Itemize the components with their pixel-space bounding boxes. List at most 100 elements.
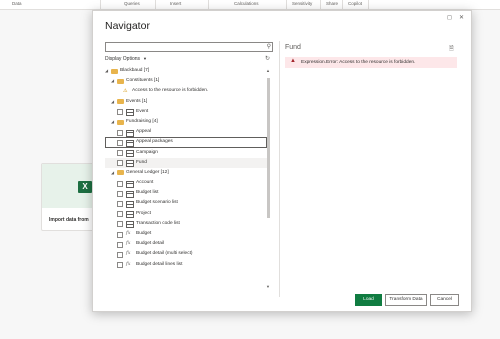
expand-caret-icon[interactable]: ◢: [111, 168, 114, 178]
expand-caret-icon[interactable]: ◢: [111, 117, 114, 127]
select-checkbox[interactable]: [117, 241, 123, 248]
tree-item-row[interactable]: Budget scenario list: [105, 198, 267, 209]
preview-options-icon[interactable]: 🗎: [449, 44, 454, 54]
preview-title: Fund: [285, 44, 301, 51]
refresh-icon[interactable]: ↻: [265, 55, 270, 62]
table-icon: [126, 139, 134, 147]
table-icon: [126, 160, 134, 168]
tree-item-label: Budget list: [136, 190, 159, 196]
tree-item-row[interactable]: fx Budget: [105, 229, 267, 239]
ribbon-separator: [208, 0, 209, 9]
tree-scrollbar[interactable]: ▲ ▼: [266, 68, 271, 292]
ribbon-tab-data[interactable]: Data: [12, 1, 22, 6]
ribbon-tab-queries[interactable]: Queries: [124, 1, 140, 6]
table-icon: [126, 150, 134, 158]
tree-item-row[interactable]: Appeal: [105, 127, 267, 137]
ribbon: Data Queries Insert Calculations Sensiti…: [0, 0, 500, 10]
select-checkbox[interactable]: [117, 221, 123, 228]
select-checkbox[interactable]: [117, 211, 123, 218]
tree-item-label: Access to the resource is forbidden.: [132, 88, 209, 94]
restore-icon[interactable]: ◻: [447, 14, 452, 21]
select-checkbox[interactable]: [117, 251, 123, 258]
function-icon: fx: [126, 251, 131, 257]
ribbon-tab-share[interactable]: Share: [326, 1, 338, 6]
tree-folder-row[interactable]: ◢ Fundraising [4]: [105, 117, 267, 127]
select-checkbox[interactable]: [117, 109, 123, 116]
pane-divider: [279, 41, 280, 297]
tree-folder-row[interactable]: ◢ Constituents [1]: [105, 76, 267, 86]
tree-item-label: Events [1]: [126, 98, 148, 104]
tree-item-row[interactable]: fx Budget detail (multi select): [105, 249, 267, 259]
ribbon-separator: [155, 0, 156, 9]
select-checkbox[interactable]: [117, 160, 123, 167]
tree-folder-row[interactable]: ◢ Blackbaud [7]: [105, 66, 267, 76]
tree-item-label: Budget detail lines list: [136, 261, 183, 267]
ribbon-tab-sensitivity[interactable]: Sensitivity: [292, 1, 312, 6]
table-icon: [126, 221, 134, 229]
display-options-dropdown[interactable]: Display Options ▼: [105, 56, 147, 62]
navigator-dialog: Navigator ◻ ✕ ⚲ Display Options ▼ ↻ ◢ Blac…: [92, 10, 472, 312]
table-icon: [126, 211, 134, 219]
select-checkbox[interactable]: [117, 150, 123, 157]
tree-folder-row[interactable]: ◢ Events [1]: [105, 97, 267, 107]
tree-item-row[interactable]: Project: [105, 209, 267, 219]
select-checkbox[interactable]: [117, 262, 123, 269]
error-banner: ▲ Expression.Error: Access to the resour…: [285, 57, 457, 68]
select-checkbox[interactable]: [117, 180, 123, 187]
select-checkbox[interactable]: [117, 201, 123, 208]
expand-caret-icon[interactable]: ◢: [111, 76, 114, 86]
ribbon-separator: [342, 0, 343, 9]
search-icon[interactable]: ⚲: [267, 43, 271, 51]
ribbon-separator: [368, 0, 369, 9]
table-icon: [126, 180, 134, 188]
ribbon-tab-insert[interactable]: Insert: [170, 1, 181, 6]
error-message: Expression.Error: Access to the resource…: [301, 60, 416, 65]
ribbon-tab-calculations[interactable]: Calculations: [234, 1, 259, 6]
expand-caret-icon[interactable]: ◢: [105, 66, 108, 76]
tree-item-label: Fund: [136, 159, 147, 165]
select-checkbox[interactable]: [117, 139, 123, 146]
tree-item-label: Budget detail (multi select): [136, 251, 193, 257]
ribbon-separator: [320, 0, 321, 9]
tree-item-row[interactable]: Campaign: [105, 148, 267, 158]
close-icon[interactable]: ✕: [459, 14, 464, 21]
warning-icon: ▲: [290, 58, 296, 64]
folder-icon: [111, 68, 118, 74]
table-icon: [126, 201, 134, 209]
tree-item-label: Constituents [1]: [126, 78, 160, 84]
select-checkbox[interactable]: [117, 231, 123, 238]
expand-caret-icon[interactable]: ◢: [111, 97, 114, 107]
tree-item-label: Transaction code list: [136, 220, 180, 226]
folder-icon: [117, 99, 124, 105]
tree-item-row[interactable]: Transaction code list: [105, 219, 267, 229]
folder-icon: [117, 170, 124, 176]
tree-item-row[interactable]: Appeal packages: [105, 137, 267, 148]
cancel-button[interactable]: Cancel: [430, 294, 459, 306]
tree-item-row[interactable]: Account: [105, 178, 267, 188]
folder-icon: [117, 119, 124, 125]
transform-data-button[interactable]: Transform Data: [385, 294, 427, 306]
ribbon-tab-copilot[interactable]: Copilot: [348, 1, 362, 6]
tree-item-row[interactable]: fx Budget detail: [105, 239, 267, 249]
scroll-up-icon[interactable]: ▲: [266, 68, 270, 73]
tree-item-label: Appeal: [136, 129, 151, 135]
dialog-title: Navigator: [105, 20, 150, 32]
search-input[interactable]: ⚲: [105, 42, 273, 52]
folder-icon: [117, 78, 124, 84]
scroll-down-icon[interactable]: ▼: [266, 284, 270, 289]
tree-item-row[interactable]: Budget list: [105, 188, 267, 198]
tree-item-label: Event: [136, 108, 149, 114]
select-checkbox[interactable]: [117, 190, 123, 197]
tree-item-label: Account: [136, 180, 154, 186]
navigator-tree: ◢ Blackbaud [7] ◢ Constituents [1] ⚠ Access t…: [105, 66, 267, 294]
select-checkbox[interactable]: [117, 129, 123, 136]
tree-item-label: Project: [136, 210, 151, 216]
tree-item-row[interactable]: Event: [105, 107, 267, 117]
tree-item-row[interactable]: ⚠ Access to the resource is forbidden.: [105, 86, 267, 96]
load-button[interactable]: Load: [355, 294, 382, 306]
ribbon-separator: [286, 0, 287, 9]
tree-item-row[interactable]: Fund: [105, 157, 267, 168]
tree-folder-row[interactable]: ◢ General Ledger [12]: [105, 168, 267, 178]
scroll-thumb[interactable]: [267, 78, 270, 218]
tree-item-row[interactable]: fx Budget detail lines list: [105, 260, 267, 270]
